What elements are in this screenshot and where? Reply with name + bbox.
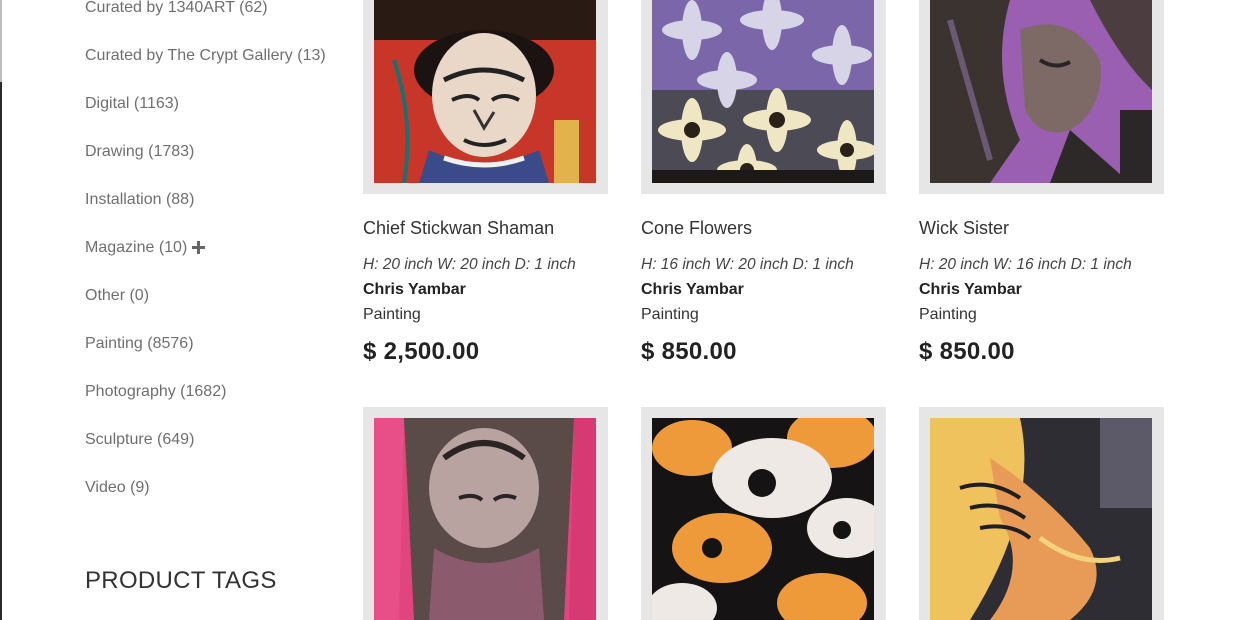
product-image [652, 418, 874, 620]
product-tags-heading: PRODUCT TAGS [85, 567, 277, 594]
product-title[interactable]: Wick Sister [919, 218, 1009, 239]
product-image [652, 0, 874, 183]
product-title[interactable]: Chief Stickwan Shaman [363, 218, 554, 239]
category-label: Painting (8576) [85, 335, 194, 352]
category-label: Magazine (10) [85, 239, 188, 256]
category-link-magazine[interactable]: Magazine (10) [85, 239, 206, 259]
product-artist[interactable]: Chris Yambar [641, 281, 744, 299]
category-label: Photography (1682) [85, 383, 227, 400]
plus-icon[interactable] [192, 241, 206, 259]
product-image-link[interactable] [919, 407, 1164, 620]
category-link-curated-crypt-gallery[interactable]: Curated by The Crypt Gallery (13) [85, 47, 326, 65]
category-label: Curated by 1340ART (62) [85, 0, 268, 16]
product-artist[interactable]: Chris Yambar [919, 281, 1022, 299]
product-dimensions: H: 16 inch W: 20 inch D: 1 inch [641, 256, 854, 273]
product-image [930, 418, 1152, 620]
window-edge-gap [0, 0, 2, 82]
product-dimensions: H: 20 inch W: 16 inch D: 1 inch [919, 256, 1132, 273]
product-price: $ 850.00 [919, 338, 1015, 365]
category-label: Other (0) [85, 287, 150, 304]
product-medium: Painting [641, 306, 699, 323]
product-price: $ 2,500.00 [363, 338, 480, 365]
product-medium: Painting [919, 306, 977, 323]
product-price: $ 850.00 [641, 338, 737, 365]
product-artist[interactable]: Chris Yambar [363, 281, 466, 299]
category-link-sculpture[interactable]: Sculpture (649) [85, 431, 194, 449]
category-label: Sculpture (649) [85, 431, 195, 448]
category-link-curated-1340art[interactable]: Curated by 1340ART (62) [85, 0, 268, 17]
product-dimensions: H: 20 inch W: 20 inch D: 1 inch [363, 256, 576, 273]
category-link-installation[interactable]: Installation (88) [85, 191, 194, 209]
product-image-link[interactable] [363, 407, 608, 620]
product-image-link[interactable] [919, 0, 1164, 194]
product-image [930, 0, 1152, 183]
product-image [374, 0, 596, 183]
category-label: Video (9) [85, 479, 150, 496]
category-label: Digital (1163) [85, 95, 179, 112]
product-image [374, 418, 596, 620]
product-image-link[interactable] [363, 0, 608, 194]
category-link-digital[interactable]: Digital (1163) [85, 95, 179, 113]
product-image-link[interactable] [641, 0, 886, 194]
product-medium: Painting [363, 306, 421, 323]
category-label: Installation (88) [85, 191, 195, 208]
category-link-drawing[interactable]: Drawing (1783) [85, 143, 194, 161]
category-label: Drawing (1783) [85, 143, 195, 160]
product-title[interactable]: Cone Flowers [641, 218, 752, 239]
category-link-other[interactable]: Other (0) [85, 287, 149, 305]
category-link-painting[interactable]: Painting (8576) [85, 335, 194, 353]
category-label: Curated by The Crypt Gallery (13) [85, 47, 326, 64]
window-left-edge [0, 0, 2, 620]
product-image-link[interactable] [641, 407, 886, 620]
category-link-video[interactable]: Video (9) [85, 479, 150, 497]
category-link-photography[interactable]: Photography (1682) [85, 383, 226, 401]
